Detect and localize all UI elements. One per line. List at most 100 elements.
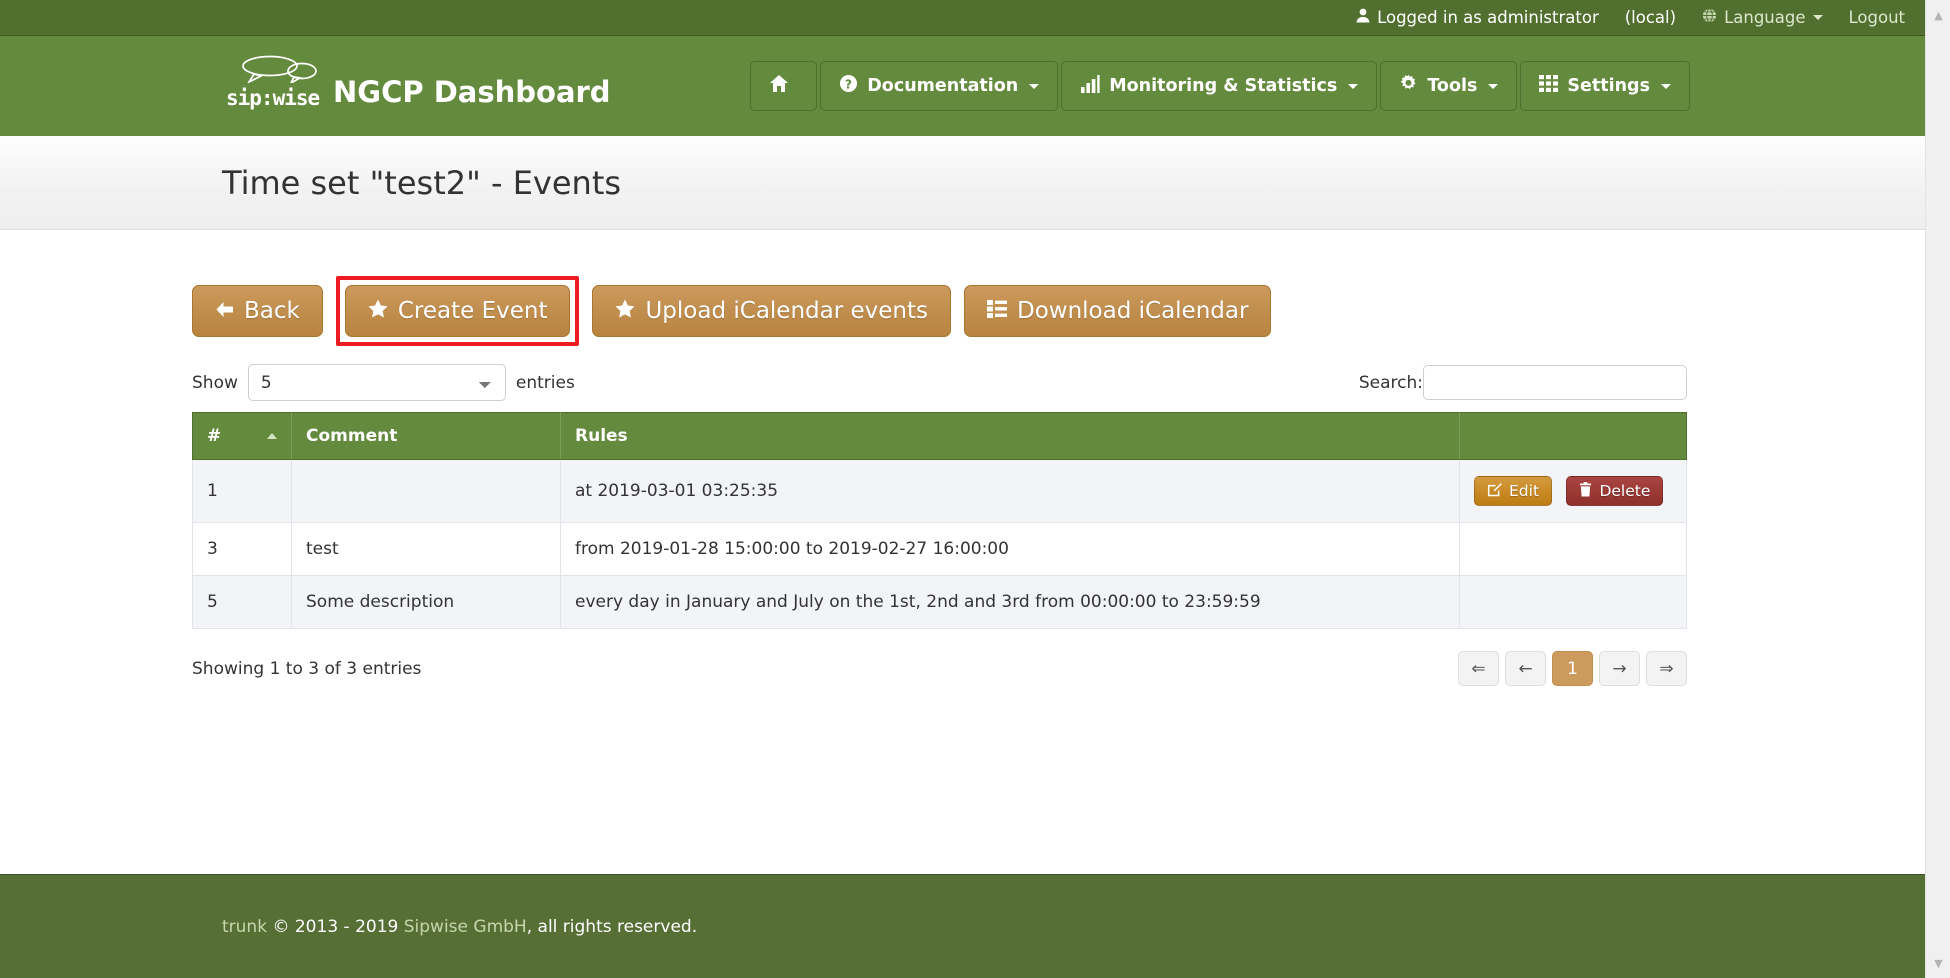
logo-wordmark: sip:wise <box>226 86 319 110</box>
upload-icalendar-button-label: Upload iCalendar events <box>645 298 928 324</box>
bar-chart-icon <box>1080 75 1100 98</box>
cell-comment: test <box>292 523 561 576</box>
logged-in-text: Logged in as administrator <box>1377 8 1599 27</box>
pagination-page-1[interactable]: 1 <box>1552 651 1593 686</box>
column-header-rules[interactable]: Rules <box>561 413 1460 460</box>
nav-monitoring-statistics[interactable]: Monitoring & Statistics <box>1061 61 1377 111</box>
cell-comment <box>292 460 561 523</box>
cell-rules: every day in January and July on the 1st… <box>561 576 1460 629</box>
logout-link[interactable]: Logout <box>1849 8 1906 27</box>
page-root: Logged in as administrator (local) Langu… <box>0 0 1925 978</box>
chevron-down-icon <box>1813 15 1823 20</box>
nav-home[interactable] <box>750 61 817 111</box>
site-footer: trunk © 2013 - 2019 Sipwise GmbH, all ri… <box>0 874 1925 978</box>
table-controls: Show 5102550100 entries Search: <box>192 364 1687 401</box>
pagination-previous[interactable]: ← <box>1505 651 1546 686</box>
speech-bubbles-icon <box>240 55 318 83</box>
page-length-control: Show 5102550100 entries <box>192 364 575 401</box>
upload-icalendar-button[interactable]: Upload iCalendar events <box>592 285 951 337</box>
logged-in-status: Logged in as administrator <box>1356 8 1599 27</box>
nav-settings[interactable]: Settings <box>1520 61 1690 111</box>
scroll-down-arrow-icon[interactable]: ▼ <box>1926 952 1950 974</box>
footer-rights-text: , all rights reserved. <box>527 917 697 937</box>
realm-label: (local) <box>1625 8 1676 27</box>
language-menu[interactable]: Language <box>1702 8 1822 27</box>
chevron-down-icon <box>1488 84 1498 89</box>
star-icon <box>615 299 635 323</box>
page-title-band: Time set "test2" - Events <box>0 136 1925 230</box>
table-row[interactable]: 5 Some description every day in January … <box>193 576 1687 629</box>
search-input[interactable] <box>1423 365 1687 400</box>
cell-number: 5 <box>193 576 292 629</box>
pencil-square-icon <box>1487 482 1502 501</box>
browser-viewport: Logged in as administrator (local) Langu… <box>0 0 1950 978</box>
nav-documentation[interactable]: ? Documentation <box>820 61 1058 111</box>
cell-actions <box>1460 576 1687 629</box>
sort-ascending-icon <box>267 433 277 439</box>
table-row[interactable]: 1 at 2019-03-01 03:25:35 Edit <box>193 460 1687 523</box>
home-icon <box>769 74 789 98</box>
column-header-number[interactable]: # <box>193 413 292 460</box>
back-button[interactable]: Back <box>192 285 323 337</box>
arrow-left-icon <box>215 300 234 323</box>
page-length-select[interactable]: 5102550100 <box>248 364 506 401</box>
page-scrollbar[interactable]: ▲ ▼ <box>1925 0 1950 978</box>
pagination-next[interactable]: → <box>1599 651 1640 686</box>
edit-button[interactable]: Edit <box>1474 476 1552 506</box>
pagination-last[interactable]: ⇒ <box>1646 651 1687 686</box>
cell-actions <box>1460 523 1687 576</box>
gear-icon <box>1399 74 1418 98</box>
list-icon <box>987 300 1007 323</box>
question-circle-icon: ? <box>839 74 858 98</box>
brand-logo[interactable]: sip:wise NGCP Dashboard <box>226 55 611 110</box>
action-button-row: Back Create Event <box>192 276 1687 346</box>
globe-icon <box>1702 8 1717 27</box>
footer-company-link[interactable]: Sipwise GmbH <box>404 917 527 937</box>
search-control: Search: <box>1359 365 1687 400</box>
pagination: ⇐ ← 1 → ⇒ <box>1458 651 1687 686</box>
table-header-row: # Comment Rules <box>193 413 1687 460</box>
back-button-label: Back <box>244 298 300 324</box>
download-icalendar-button-label: Download iCalendar <box>1017 298 1248 324</box>
create-event-button[interactable]: Create Event <box>345 285 571 337</box>
pagination-first[interactable]: ⇐ <box>1458 651 1499 686</box>
create-event-button-label: Create Event <box>398 298 548 324</box>
nav-settings-label: Settings <box>1567 76 1650 96</box>
footer-copyright: trunk © 2013 - 2019 Sipwise GmbH, all ri… <box>222 917 697 937</box>
nav-monitoring-statistics-label: Monitoring & Statistics <box>1109 76 1337 96</box>
show-label: Show <box>192 373 238 393</box>
entries-label: entries <box>516 373 575 393</box>
showing-entries-info: Showing 1 to 3 of 3 entries <box>192 659 421 679</box>
sipwise-logo-mark: sip:wise <box>226 55 322 110</box>
nav-tools-label: Tools <box>1427 76 1477 96</box>
cell-rules: at 2019-03-01 03:25:35 <box>561 460 1460 523</box>
trash-icon <box>1579 482 1592 501</box>
events-table-head: # Comment Rules <box>193 413 1687 460</box>
grid-icon <box>1539 75 1558 97</box>
column-header-comment[interactable]: Comment <box>292 413 561 460</box>
top-utility-bar: Logged in as administrator (local) Langu… <box>0 0 1925 36</box>
search-label: Search: <box>1359 373 1423 393</box>
create-event-highlight: Create Event <box>336 276 580 346</box>
events-table: # Comment Rules 1 <box>192 412 1687 629</box>
logo-title: NGCP Dashboard <box>333 78 611 110</box>
table-row[interactable]: 3 test from 2019-01-28 15:00:00 to 2019-… <box>193 523 1687 576</box>
main-content: Back Create Event <box>0 230 1925 686</box>
user-icon <box>1356 8 1370 27</box>
delete-button[interactable]: Delete <box>1566 476 1663 506</box>
cell-actions: Edit Delete <box>1460 460 1687 523</box>
download-icalendar-button[interactable]: Download iCalendar <box>964 285 1271 337</box>
delete-button-label: Delete <box>1599 482 1650 500</box>
main-navigation: ? Documentation Monitoring & Statistics <box>750 61 1690 111</box>
column-header-number-label: # <box>207 426 221 446</box>
cell-rules: from 2019-01-28 15:00:00 to 2019-02-27 1… <box>561 523 1460 576</box>
cell-number: 1 <box>193 460 292 523</box>
events-table-body: 1 at 2019-03-01 03:25:35 Edit <box>193 460 1687 629</box>
cell-comment: Some description <box>292 576 561 629</box>
chevron-down-icon <box>1348 84 1358 89</box>
footer-branch-link[interactable]: trunk <box>222 917 267 937</box>
scroll-up-arrow-icon[interactable]: ▲ <box>1926 4 1950 26</box>
table-footer: Showing 1 to 3 of 3 entries ⇐ ← 1 → ⇒ <box>192 651 1687 686</box>
nav-documentation-label: Documentation <box>867 76 1018 96</box>
nav-tools[interactable]: Tools <box>1380 61 1517 111</box>
